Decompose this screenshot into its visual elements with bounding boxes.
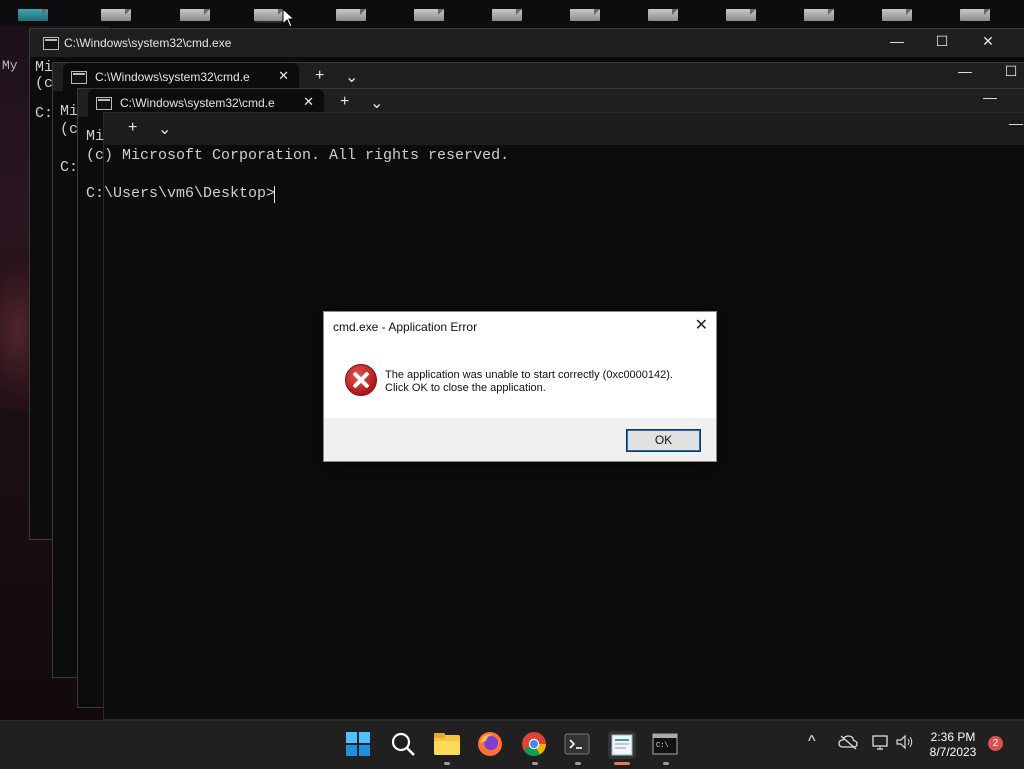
window-title: C:\Windows\system32\cmd.exe xyxy=(64,36,232,50)
tab-close-icon[interactable]: ✕ xyxy=(278,68,289,84)
application-error-dialog[interactable]: cmd.exe - Application Error ✕ The applic… xyxy=(323,311,717,462)
window-titlebar[interactable]: C:\Windows\system32\cmd.exe — ☐ ✕ xyxy=(30,29,1024,57)
close-button[interactable]: ✕ xyxy=(976,33,1000,50)
running-indicator xyxy=(575,762,581,765)
running-indicator xyxy=(444,762,450,765)
desktop-file-icon[interactable] xyxy=(882,9,912,23)
window-titlebar[interactable]: C:\Windows\system32\cmd.e ✕ + ⌄ — ☐ xyxy=(53,63,1024,91)
minimize-button[interactable]: — xyxy=(1004,115,1024,131)
dialog-title: cmd.exe - Application Error xyxy=(333,320,478,334)
taskbar: C:\ ^ 2:36 PM 8/7/2023 xyxy=(0,720,1024,769)
desktop-file-icon[interactable] xyxy=(101,9,131,23)
console-fragment: C: xyxy=(35,105,54,122)
console-fragment: (c xyxy=(60,121,79,138)
file-explorer-icon[interactable] xyxy=(433,731,461,765)
desktop-file-icon[interactable] xyxy=(254,9,284,23)
firefox-icon[interactable] xyxy=(477,731,505,759)
desktop-file-icon[interactable] xyxy=(336,9,366,23)
maximize-button[interactable]: ☐ xyxy=(930,33,954,50)
terminal-icon[interactable] xyxy=(564,731,592,765)
minimize-button[interactable]: — xyxy=(885,33,909,49)
dialog-message-line1: The application was unable to start corr… xyxy=(385,369,673,381)
volume-icon[interactable] xyxy=(895,734,915,753)
cmd-icon[interactable]: C:\ xyxy=(652,731,680,765)
console-fragment: (c xyxy=(35,75,54,92)
dialog-body: The application was unable to start corr… xyxy=(324,343,716,418)
clock-date: 8/7/2023 xyxy=(929,745,977,759)
running-indicator xyxy=(532,762,538,765)
console-fragment: Mi xyxy=(60,103,79,120)
notification-badge[interactable]: 2 xyxy=(988,736,1003,751)
cmd-icon xyxy=(96,97,112,110)
svg-text:C:\: C:\ xyxy=(656,742,669,750)
active-indicator xyxy=(614,762,630,765)
new-tab-button[interactable]: + xyxy=(315,67,324,85)
search-icon[interactable] xyxy=(390,731,418,759)
desktop-file-icon[interactable] xyxy=(180,9,210,23)
new-tab-button[interactable]: + xyxy=(128,119,137,137)
new-tab-button[interactable]: + xyxy=(340,93,349,111)
minimize-button[interactable]: — xyxy=(978,89,1002,105)
desktop-label-fragment: My xyxy=(2,58,18,73)
desktop-icon-row xyxy=(0,0,1024,26)
console-fragment: C: xyxy=(60,159,79,176)
chrome-icon[interactable] xyxy=(521,731,549,765)
console-prompt[interactable]: C:\Users\vm6\Desktop> xyxy=(86,185,275,202)
desktop-file-icon[interactable] xyxy=(492,9,522,23)
desktop-file-icon[interactable] xyxy=(804,9,834,23)
desktop-file-icon[interactable] xyxy=(570,9,600,23)
desktop-file-icon[interactable] xyxy=(648,9,678,23)
console-line: (c) Microsoft Corporation. All rights re… xyxy=(86,147,510,164)
error-icon xyxy=(345,364,377,396)
start-icon[interactable] xyxy=(345,731,373,759)
tab-close-icon[interactable]: ✕ xyxy=(303,94,314,110)
mouse-pointer-icon xyxy=(282,8,296,28)
ok-button[interactable]: OK xyxy=(626,429,701,452)
minimize-button[interactable]: — xyxy=(953,63,977,79)
tab-title: C:\Windows\system32\cmd.e xyxy=(95,70,250,84)
desktop-file-icon[interactable] xyxy=(18,9,48,23)
running-indicator xyxy=(663,762,669,765)
tab-dropdown-button[interactable]: ⌄ xyxy=(370,93,383,113)
window-titlebar[interactable]: + ⌄ — xyxy=(104,113,1024,145)
maximize-button[interactable]: ☐ xyxy=(999,63,1023,80)
tray-overflow-chevron-icon[interactable]: ^ xyxy=(808,733,816,751)
taskbar-clock[interactable]: 2:36 PM 8/7/2023 xyxy=(918,730,988,760)
clock-time: 2:36 PM xyxy=(930,730,976,744)
tab-title: C:\Windows\system32\cmd.e xyxy=(120,96,275,110)
cloud-offline-icon[interactable] xyxy=(838,734,858,753)
dialog-message-line2: Click OK to close the application. xyxy=(385,382,546,394)
tab-cmd[interactable]: C:\Windows\system32\cmd.e ✕ xyxy=(63,63,299,91)
desktop-file-icon[interactable] xyxy=(414,9,444,23)
dialog-close-button[interactable]: ✕ xyxy=(695,315,708,335)
notepad-icon[interactable] xyxy=(608,731,636,765)
desktop-file-icon[interactable] xyxy=(726,9,756,23)
network-icon[interactable] xyxy=(871,734,891,753)
cmd-icon xyxy=(71,71,87,84)
tab-dropdown-button[interactable]: ⌄ xyxy=(158,119,171,139)
desktop-file-icon[interactable] xyxy=(960,9,990,23)
console-line: Mi xyxy=(86,128,105,145)
tab-dropdown-button[interactable]: ⌄ xyxy=(345,67,358,87)
console-fragment: Mi xyxy=(35,59,54,76)
text-cursor xyxy=(274,186,275,203)
cmd-icon xyxy=(43,37,59,50)
